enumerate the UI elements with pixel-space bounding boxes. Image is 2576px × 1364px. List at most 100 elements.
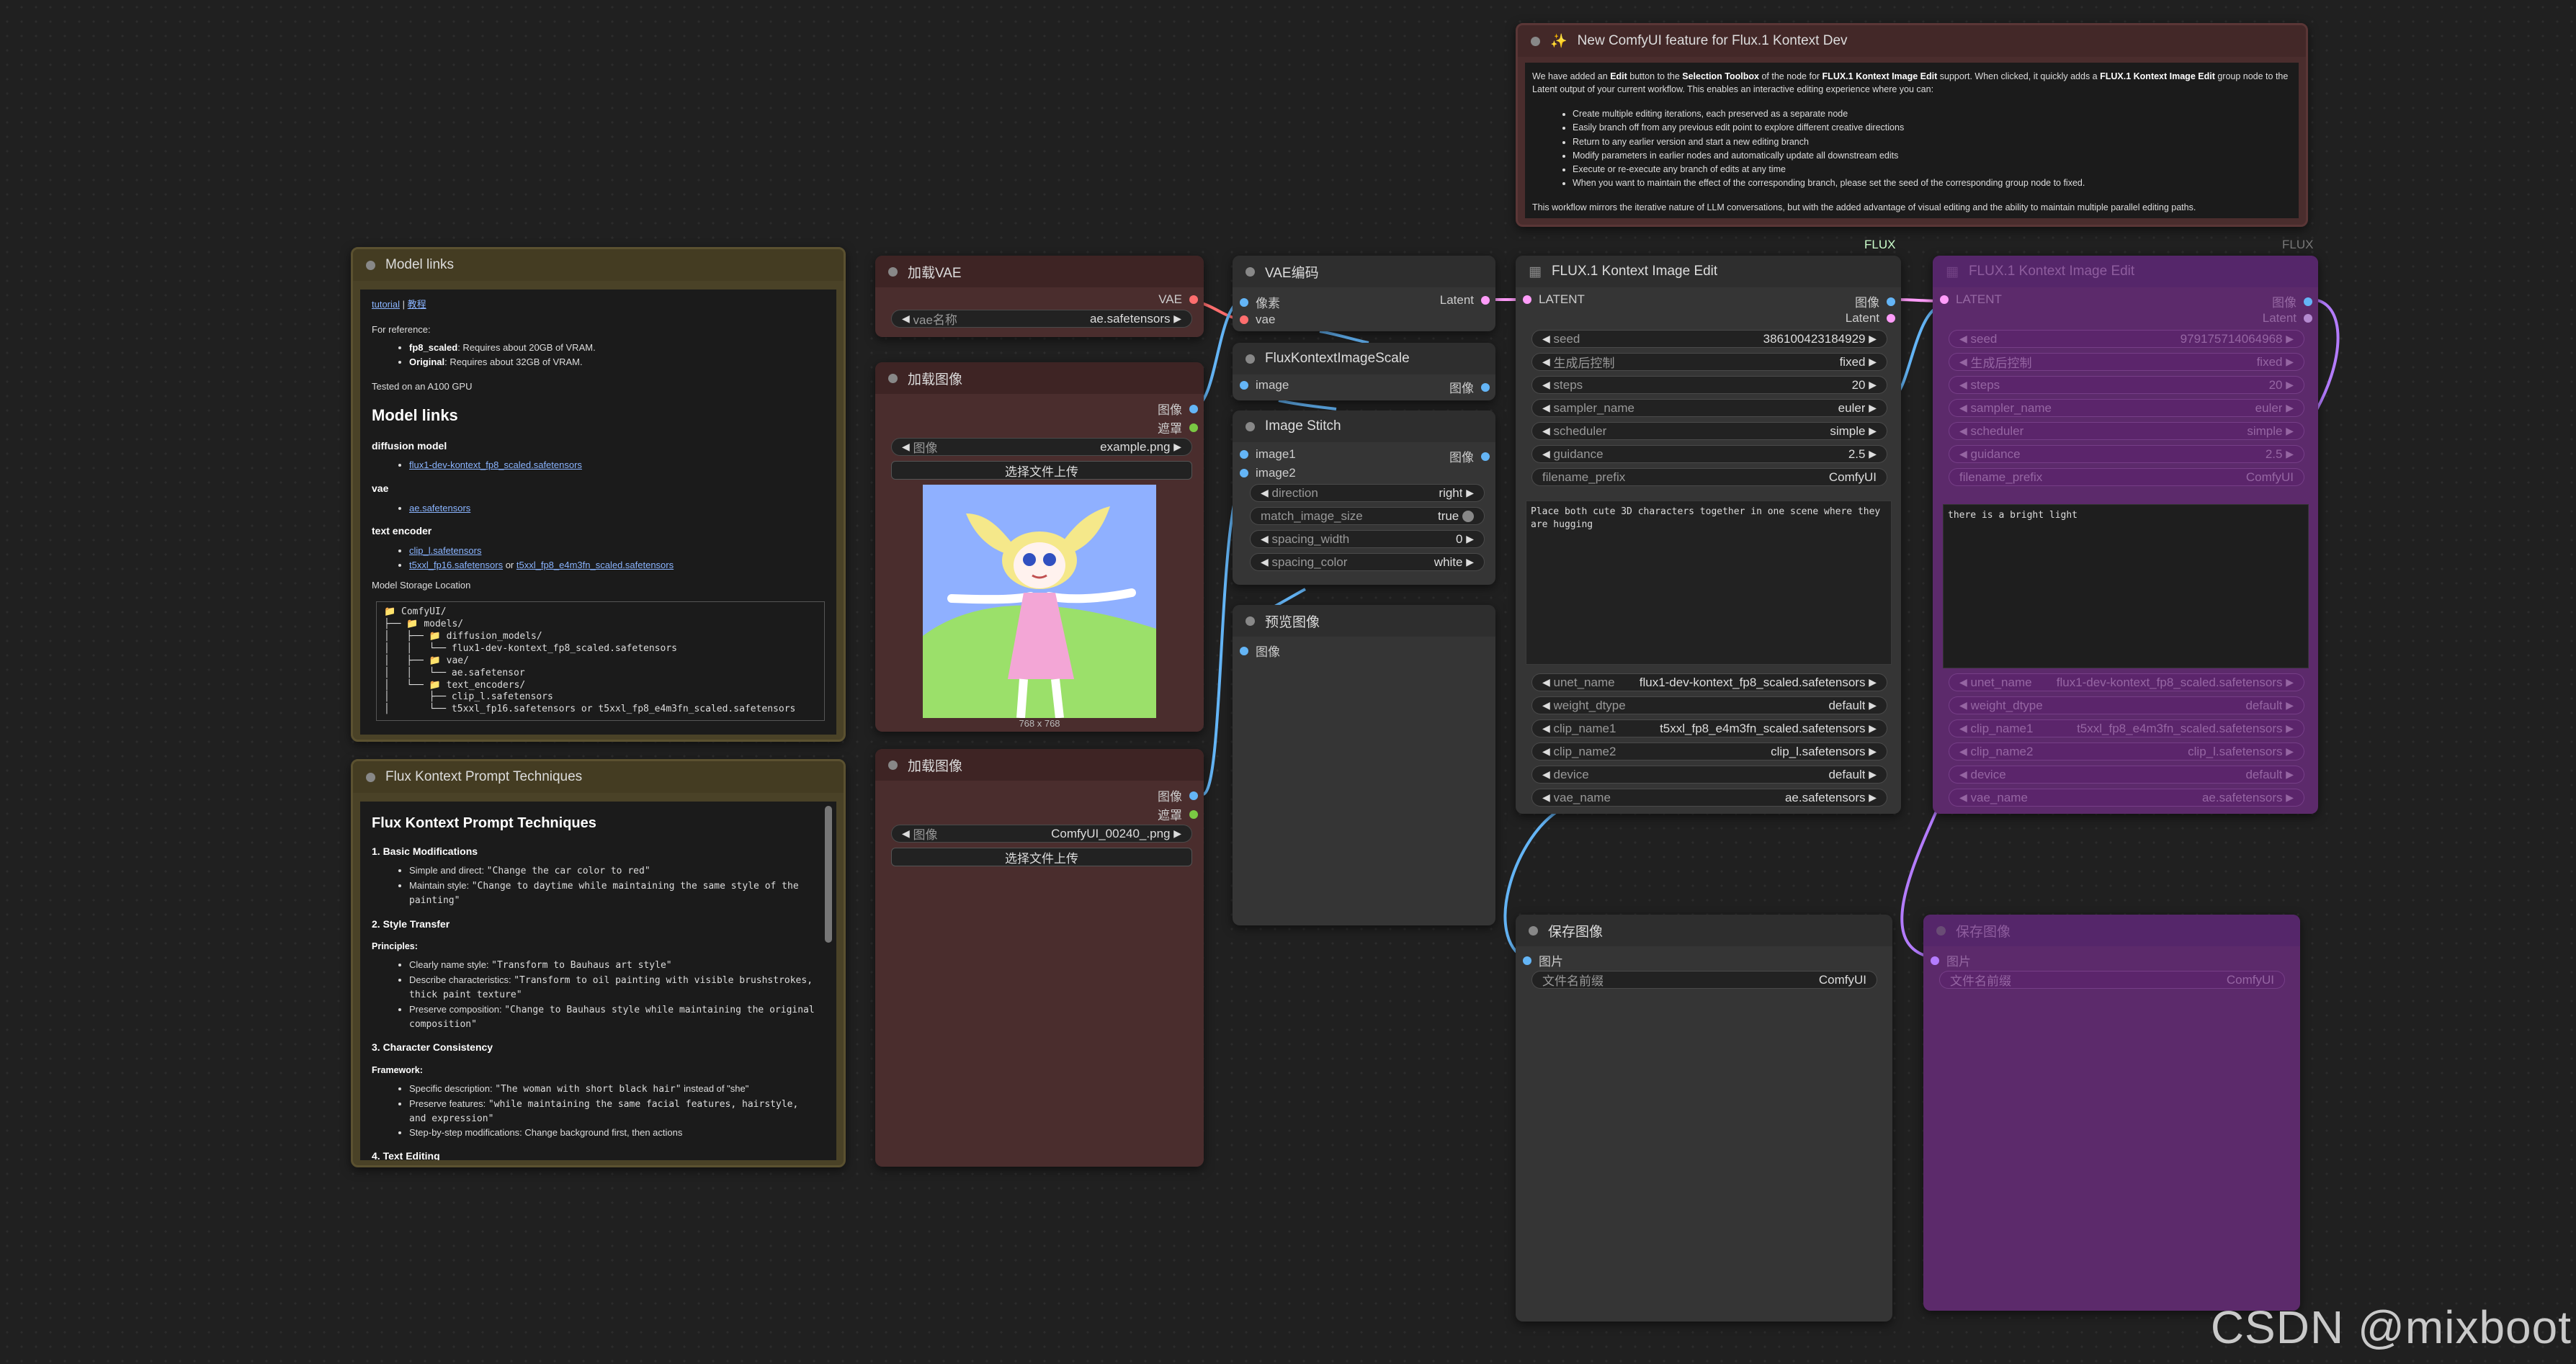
scheduler-combo[interactable]: ◀ scheduler simple ▶ [1949,422,2304,440]
spacing-width-number[interactable]: ◀ spacing_width 0 ▶ [1250,530,1485,548]
model-links-note[interactable]: Model links tutorial | 教程 For reference:… [351,247,846,742]
collapse-dot[interactable] [888,760,898,770]
announcement-header[interactable]: ✨ New ComfyUI feature for Flux.1 Kontext… [1518,25,2306,57]
filename-prefix-text[interactable]: filename_prefix ComfyUI [1949,468,2304,486]
guidance-number[interactable]: ◀ guidance 2.5 ▶ [1949,445,2304,463]
collapse-dot[interactable] [1245,616,1255,626]
filename-prefix-text[interactable]: filename_prefix ComfyUI [1531,468,1887,486]
latent-output[interactable]: Latent [1846,311,1895,326]
load-image-node-1[interactable]: 加载图像 图像 遮罩 ◀ 图像 example.png ▶ 选择文件上传 768 … [875,362,1204,732]
image-output[interactable]: 图像 [2272,292,2312,310]
announcement-note[interactable]: ✨ New ComfyUI feature for Flux.1 Kontext… [1516,23,2308,227]
arrow-right-icon[interactable]: ▶ [1173,827,1181,840]
image1-input[interactable]: image1 [1240,447,1296,462]
collapse-dot[interactable] [1531,36,1540,46]
vae-name-combo[interactable]: ◀ vae名称 ae.safetensors ▶ [891,310,1192,328]
model-links-header[interactable]: Model links [353,249,844,281]
device-combo[interactable]: ◀ device default ▶ [1949,766,2304,784]
image-output[interactable]: 图像 [1158,400,1198,418]
latent-output[interactable]: Latent [1440,293,1490,308]
arrow-left-icon[interactable]: ◀ [902,441,910,453]
image-combo[interactable]: ◀ 图像 example.png ▶ [891,438,1192,456]
save-image-header[interactable]: 保存图像 [1923,915,2300,946]
weight-dtype-combo[interactable]: ◀ weight_dtype default ▶ [1949,696,2304,714]
collapse-dot[interactable] [888,266,898,277]
save-image-node-1[interactable]: 保存图像 图片 文件名前缀 ComfyUI [1516,915,1892,1322]
mask-output[interactable]: 遮罩 [1158,805,1198,823]
latent-output[interactable]: Latent [2263,311,2312,326]
weight-dtype-combo[interactable]: ◀ weight_dtype default ▶ [1531,696,1887,714]
latent-input[interactable]: LATENT [1940,292,2002,307]
spacing-color-combo[interactable]: ◀ spacing_color white ▶ [1250,553,1485,571]
arrow-left-icon[interactable]: ◀ [902,827,910,840]
scrollbar-thumb[interactable] [825,806,832,943]
vae-encode-header[interactable]: VAE编码 [1233,256,1495,287]
scheduler-combo[interactable]: ◀ scheduler simple ▶ [1531,422,1887,440]
save-image-header[interactable]: 保存图像 [1516,915,1892,946]
vae-name-combo[interactable]: ◀ vae_name ae.safetensors ▶ [1531,789,1887,807]
device-combo[interactable]: ◀ device default ▶ [1531,766,1887,784]
guidance-number[interactable]: ◀ guidance 2.5 ▶ [1531,445,1887,463]
image2-input[interactable]: image2 [1240,466,1296,480]
image-combo[interactable]: ◀ 图像 ComfyUI_00240_.png ▶ [891,825,1192,843]
collapse-dot[interactable] [1936,925,1946,935]
kontext-image-scale-node[interactable]: FluxKontextImageScale image 图像 [1233,343,1495,400]
clip-name2-combo[interactable]: ◀ clip_name2 clip_l.safetensors ▶ [1949,742,2304,760]
clip-name2-combo[interactable]: ◀ clip_name2 clip_l.safetensors ▶ [1531,742,1887,760]
vae-input[interactable]: vae [1240,313,1275,327]
preview-header[interactable]: 预览图像 [1233,605,1495,637]
unet-name-combo[interactable]: ◀ unet_name flux1-dev-kontext_fp8_scaled.… [1531,673,1887,691]
vae-name-combo[interactable]: ◀ vae_name ae.safetensors ▶ [1949,789,2304,807]
image-stitch-header[interactable]: Image Stitch [1233,410,1495,442]
seed-number[interactable]: ◀ seed 979175714064968 ▶ [1949,330,2304,348]
collapse-dot[interactable] [888,373,898,383]
kontext-edit-group-node-ghost[interactable]: ▦ FLUX.1 Kontext Image Edit LATENT 图像 La… [1933,256,2318,814]
arrow-right-icon[interactable]: ▶ [1173,441,1181,453]
latent-input[interactable]: LATENT [1523,292,1585,307]
filename-prefix-text[interactable]: 文件名前缀 ComfyUI [1939,971,2285,989]
tutorial-cn-link[interactable]: 教程 [408,299,426,310]
mask-output[interactable]: 遮罩 [1158,418,1198,436]
steps-number[interactable]: ◀ steps 20 ▶ [1531,376,1887,394]
toggle-knob-icon[interactable] [1462,510,1474,522]
image-output[interactable]: 图像 [1449,378,1490,396]
control-after-generate-combo[interactable]: ◀ 生成后控制 fixed ▶ [1949,353,2304,371]
clip-l-link[interactable]: clip_l.safetensors [409,545,481,556]
prompt-techniques-note[interactable]: Flux Kontext Prompt Techniques Flux Kont… [351,759,846,1167]
collapse-dot[interactable] [1245,266,1255,277]
load-image-header[interactable]: 加载图像 [875,749,1204,781]
image-input[interactable]: 图像 [1240,642,1280,660]
prompt-textarea[interactable]: there is a bright light [1943,504,2309,668]
clip-name1-combo[interactable]: ◀ clip_name1 t5xxl_fp8_e4m3fn_scaled.safe… [1949,719,2304,737]
vae-output[interactable]: VAE [1158,292,1198,307]
images-input[interactable]: 图片 [1523,951,1563,969]
kontext-edit-group-node[interactable]: ▦ FLUX.1 Kontext Image Edit LATENT 图像 La… [1516,256,1901,814]
match-image-size-toggle[interactable]: match_image_size true [1250,507,1485,525]
load-image-node-2[interactable]: 加载图像 图像 遮罩 ◀ 图像 ComfyUI_00240_.png ▶ 选择文件… [875,749,1204,1167]
filename-prefix-text[interactable]: 文件名前缀 ComfyUI [1531,971,1877,989]
diffusion-model-link[interactable]: flux1-dev-kontext_fp8_scaled.safetensors [409,459,582,470]
load-vae-node[interactable]: 加载VAE VAE ◀ vae名称 ae.safetensors ▶ [875,256,1204,337]
collapse-dot[interactable] [366,260,375,270]
collapse-dot[interactable] [366,772,375,782]
steps-number[interactable]: ◀ steps 20 ▶ [1949,376,2304,394]
kontext-edit-header[interactable]: ▦ FLUX.1 Kontext Image Edit [1933,256,2318,287]
arrow-right-icon[interactable]: ▶ [1173,313,1181,325]
load-image-header[interactable]: 加载图像 [875,362,1204,394]
save-image-node-2[interactable]: 保存图像 图片 文件名前缀 ComfyUI [1923,915,2300,1311]
arrow-left-icon[interactable]: ◀ [902,313,910,325]
sampler-name-combo[interactable]: ◀ sampler_name euler ▶ [1949,399,2304,417]
image-output[interactable]: 图像 [1158,786,1198,804]
control-after-generate-combo[interactable]: ◀ 生成后控制 fixed ▶ [1531,353,1887,371]
sampler-name-combo[interactable]: ◀ sampler_name euler ▶ [1531,399,1887,417]
seed-number[interactable]: ◀ seed 386100423184929 ▶ [1531,330,1887,348]
unet-name-combo[interactable]: ◀ unet_name flux1-dev-kontext_fp8_scaled.… [1949,673,2304,691]
clip-name1-combo[interactable]: ◀ clip_name1 t5xxl_fp8_e4m3fn_scaled.safe… [1531,719,1887,737]
prompt-techniques-header[interactable]: Flux Kontext Prompt Techniques [353,761,844,793]
collapse-dot[interactable] [1245,354,1255,364]
vae-link[interactable]: ae.safetensors [409,503,470,513]
t5xxl-fp8-link[interactable]: t5xxl_fp8_e4m3fn_scaled.safetensors [516,560,674,570]
upload-button[interactable]: 选择文件上传 [891,848,1192,866]
upload-button[interactable]: 选择文件上传 [891,461,1192,480]
kontext-scale-header[interactable]: FluxKontextImageScale [1233,343,1495,374]
